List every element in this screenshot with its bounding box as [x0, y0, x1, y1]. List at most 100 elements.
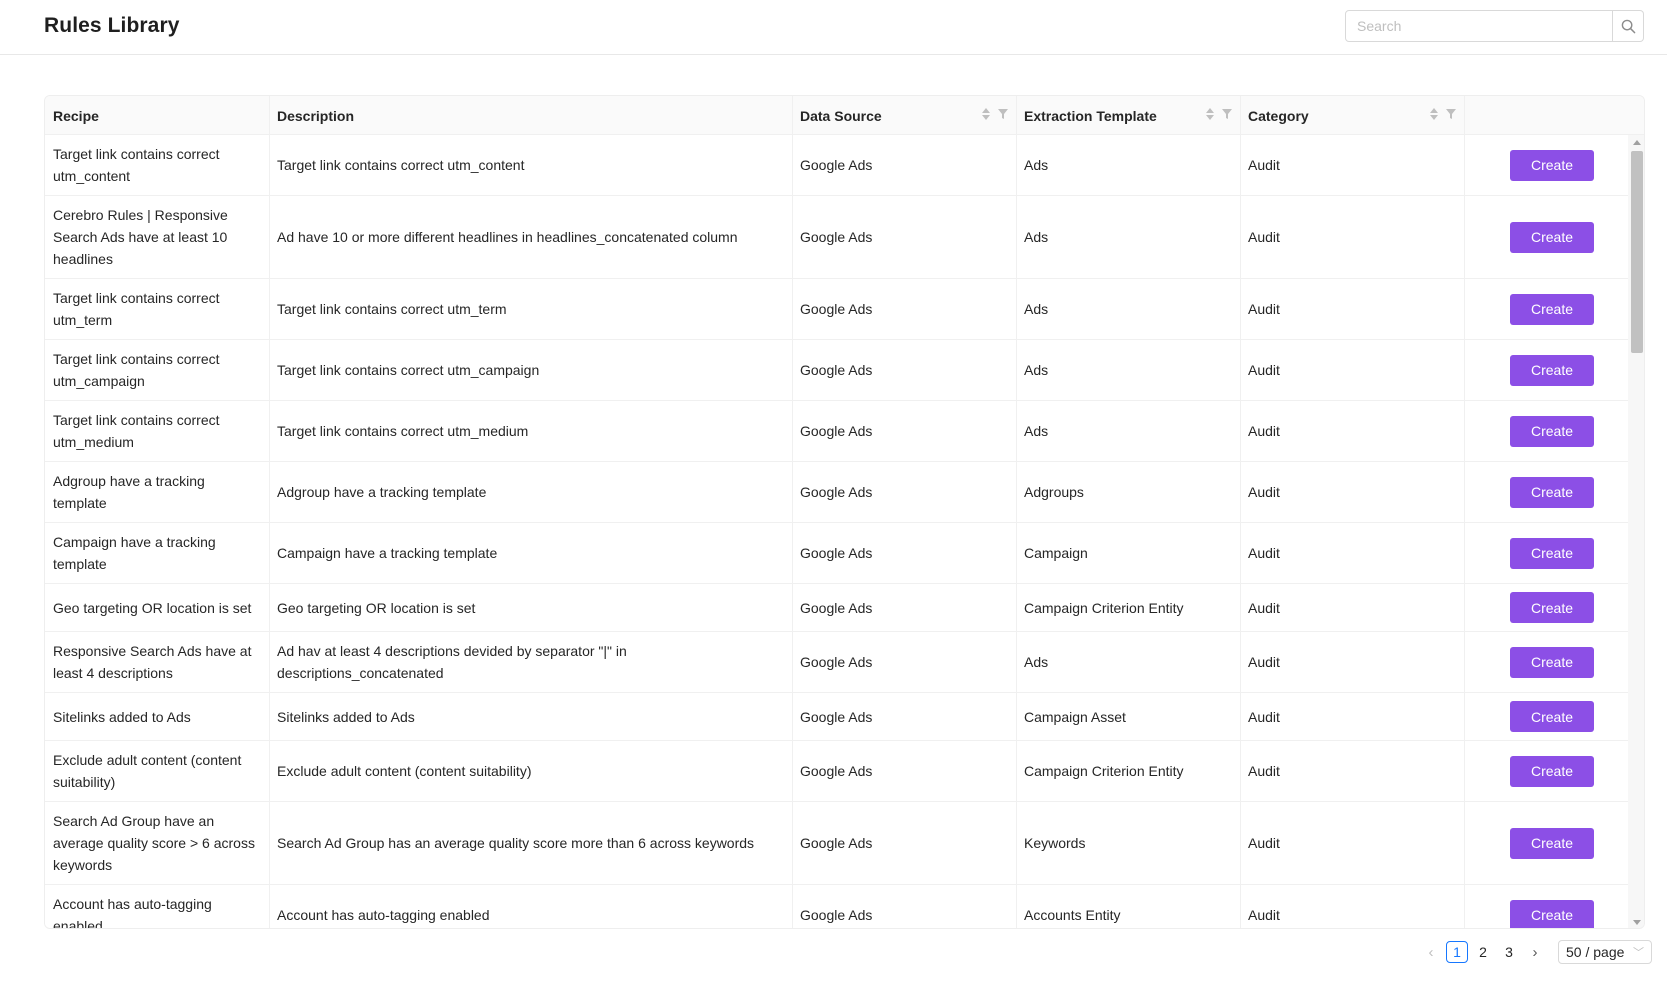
page-item-1[interactable]: 1	[1446, 941, 1468, 963]
extraction-template-cell-text: Ads	[1024, 229, 1049, 245]
column-header-extraction-template: Extraction Template	[1016, 96, 1240, 135]
sort-icon[interactable]	[982, 108, 990, 120]
recipe-cell-text: Target link contains correct utm_content	[53, 146, 220, 184]
scrollbar-thumb[interactable]	[1631, 151, 1643, 353]
create-button[interactable]: Create	[1510, 755, 1594, 787]
create-button[interactable]: Create	[1510, 592, 1594, 623]
column-header-label: Recipe	[53, 107, 99, 124]
vertical-scrollbar[interactable]	[1628, 135, 1644, 928]
table-header: Recipe Description Data Source Extractio…	[45, 96, 1644, 135]
page-title: Rules Library	[44, 14, 180, 37]
description-cell: Search Ad Group has an average quality s…	[269, 802, 792, 884]
data-source-cell: Google Ads	[792, 401, 1016, 461]
scroll-up-icon[interactable]	[1633, 140, 1641, 145]
recipe-cell: Geo targeting OR location is set	[45, 584, 269, 631]
data-source-cell: Google Ads	[792, 885, 1016, 928]
table-row: Cerebro Rules | Responsive Search Ads ha…	[45, 196, 1628, 279]
sort-icon[interactable]	[1206, 108, 1214, 120]
create-button[interactable]: Create	[1510, 646, 1594, 678]
column-header-description: Description	[269, 96, 792, 135]
description-cell-text: Sitelinks added to Ads	[277, 708, 415, 725]
recipe-cell-text: Target link contains correct utm_campaig…	[53, 351, 220, 389]
category-cell-text: Audit	[1248, 763, 1280, 779]
scroll-down-icon[interactable]	[1633, 920, 1641, 925]
filter-icon[interactable]	[1222, 109, 1232, 119]
category-cell-text: Audit	[1248, 654, 1280, 670]
create-button[interactable]: Create	[1510, 899, 1594, 928]
extraction-template-cell-text: Accounts Entity	[1024, 907, 1121, 923]
extraction-template-cell-text: Campaign Criterion Entity	[1024, 599, 1184, 616]
table-body[interactable]: Target link contains correct utm_content…	[45, 135, 1628, 928]
recipe-cell-text: Target link contains correct utm_medium	[53, 412, 220, 450]
extraction-template-cell: Accounts Entity	[1016, 885, 1240, 928]
recipe-cell: Target link contains correct utm_campaig…	[45, 340, 269, 400]
extraction-template-cell-text: Adgroups	[1024, 484, 1084, 500]
recipe-cell: Sitelinks added to Ads	[45, 693, 269, 740]
table-row: Target link contains correct utm_campaig…	[45, 340, 1628, 401]
category-cell: Audit	[1240, 632, 1464, 692]
data-source-cell: Google Ads	[792, 632, 1016, 692]
extraction-template-cell: Adgroups	[1016, 462, 1240, 522]
page-size-value: 50 / page	[1566, 944, 1625, 960]
action-cell: Create	[1464, 196, 1628, 278]
data-source-cell-text: Google Ads	[800, 229, 873, 245]
action-cell: Create	[1464, 462, 1628, 522]
filter-icon[interactable]	[998, 109, 1008, 119]
extraction-template-cell: Campaign Criterion Entity	[1016, 584, 1240, 631]
create-button[interactable]: Create	[1510, 701, 1594, 732]
page-item-3[interactable]: 3	[1498, 941, 1520, 963]
extraction-template-cell: Ads	[1016, 135, 1240, 195]
sort-icon[interactable]	[1430, 108, 1438, 120]
chevron-right-icon[interactable]: ›	[1524, 940, 1546, 964]
table-row: Account has auto-tagging enabled Account …	[45, 885, 1628, 928]
data-source-cell: Google Ads	[792, 340, 1016, 400]
pagination: ‹ 1 2 3 › 50 / page ﹀	[1420, 940, 1652, 964]
table-row: Responsive Search Ads have at least 4 de…	[45, 632, 1628, 693]
extraction-template-cell: Campaign Asset	[1016, 693, 1240, 740]
create-button[interactable]: Create	[1510, 476, 1594, 508]
search-input[interactable]	[1345, 10, 1613, 42]
data-source-cell-text: Google Ads	[800, 835, 873, 851]
create-button[interactable]: Create	[1510, 354, 1594, 386]
column-header-label: Description	[277, 107, 355, 124]
column-header-recipe: Recipe	[45, 96, 269, 135]
search-button[interactable]	[1613, 10, 1644, 42]
table-row: Target link contains correct utm_medium T…	[45, 401, 1628, 462]
description-cell-text: Ad have 10 or more different headlines i…	[277, 229, 738, 245]
recipe-cell: Search Ad Group have an average quality …	[45, 802, 269, 884]
description-cell-text: Account has auto-tagging enabled	[277, 907, 490, 923]
data-source-cell: Google Ads	[792, 135, 1016, 195]
recipe-cell: Target link contains correct utm_medium	[45, 401, 269, 461]
category-cell: Audit	[1240, 523, 1464, 583]
action-cell: Create	[1464, 279, 1628, 339]
description-cell: Target link contains correct utm_term	[269, 279, 792, 339]
extraction-template-cell: Campaign	[1016, 523, 1240, 583]
recipe-cell: Cerebro Rules | Responsive Search Ads ha…	[45, 196, 269, 278]
create-button[interactable]: Create	[1510, 827, 1594, 859]
category-cell: Audit	[1240, 135, 1464, 195]
create-button[interactable]: Create	[1510, 537, 1594, 569]
create-button[interactable]: Create	[1510, 415, 1594, 447]
create-button[interactable]: Create	[1510, 293, 1594, 325]
column-header-category: Category	[1240, 96, 1464, 135]
create-button[interactable]: Create	[1510, 221, 1594, 253]
data-source-cell-text: Google Ads	[800, 423, 873, 439]
page-item-2[interactable]: 2	[1472, 941, 1494, 963]
page-size-select[interactable]: 50 / page ﹀	[1558, 940, 1652, 964]
chevron-left-icon[interactable]: ‹	[1420, 940, 1442, 964]
category-cell: Audit	[1240, 741, 1464, 801]
recipe-cell: Target link contains correct utm_term	[45, 279, 269, 339]
category-cell-text: Audit	[1248, 599, 1280, 616]
data-source-cell: Google Ads	[792, 741, 1016, 801]
action-cell: Create	[1464, 340, 1628, 400]
create-button[interactable]: Create	[1510, 149, 1594, 181]
action-cell: Create	[1464, 693, 1628, 740]
extraction-template-cell: Ads	[1016, 340, 1240, 400]
description-cell-text: Ad hav at least 4 descriptions devided b…	[277, 643, 627, 681]
data-source-cell-text: Google Ads	[800, 907, 873, 923]
filter-icon[interactable]	[1446, 109, 1456, 119]
recipe-cell: Adgroup have a tracking template	[45, 462, 269, 522]
extraction-template-cell-text: Ads	[1024, 301, 1049, 317]
description-cell-text: Target link contains correct utm_medium	[277, 423, 529, 439]
category-cell: Audit	[1240, 279, 1464, 339]
